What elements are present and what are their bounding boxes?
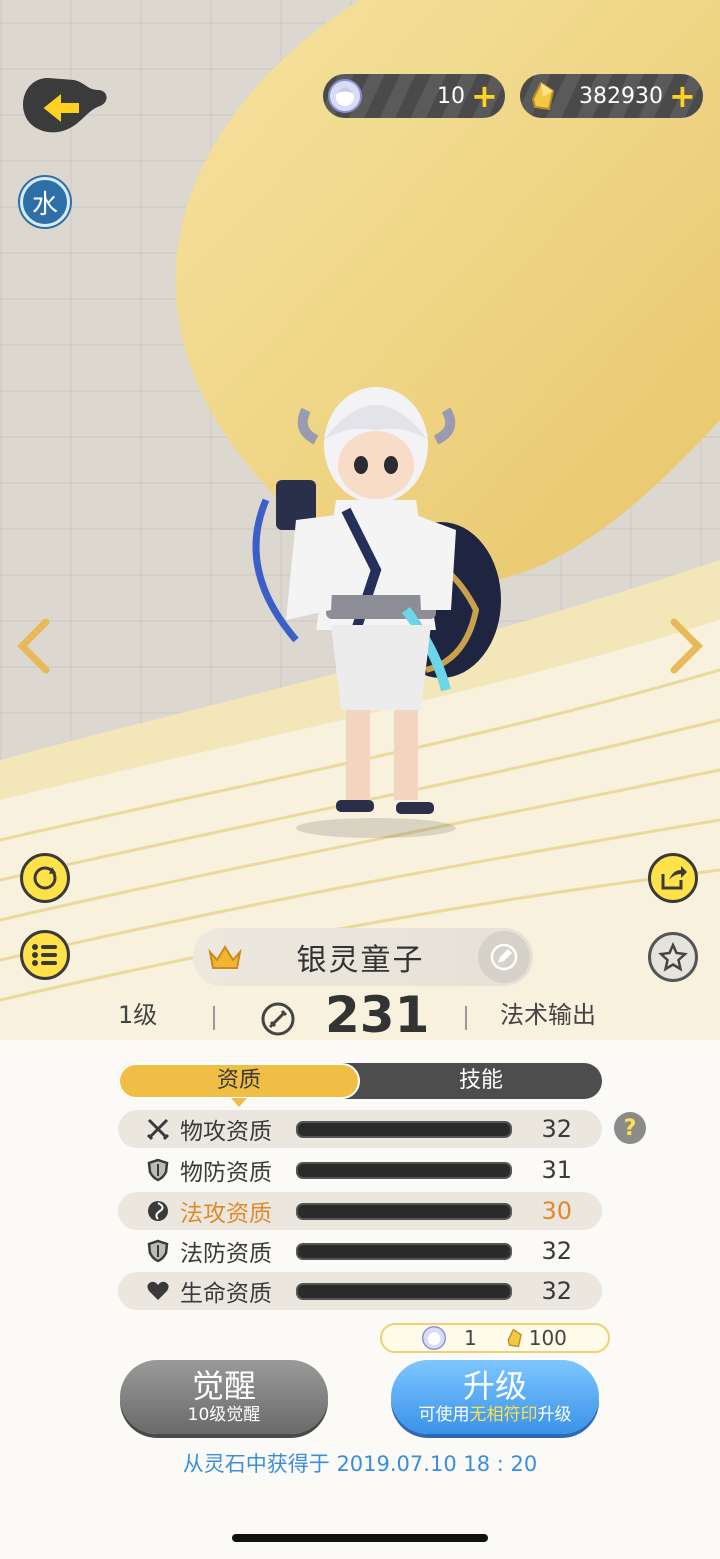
tab-aptitude[interactable]: 资质: [118, 1063, 360, 1107]
attr-value: 30: [541, 1197, 572, 1225]
obtained-info: 从灵石中获得于 2019.07.10 18 : 20: [182, 1452, 538, 1476]
attr-bar: [296, 1202, 512, 1220]
help-button[interactable]: ?: [614, 1112, 646, 1144]
swap-pet-button[interactable]: [20, 853, 70, 903]
cycle-icon: [33, 866, 57, 890]
shield-icon: [144, 1156, 172, 1184]
upgrade-cost: 1 100: [380, 1323, 610, 1353]
home-indicator[interactable]: [232, 1534, 488, 1542]
attr-label: 物防资质: [180, 1160, 272, 1186]
combat-power-icon: [261, 1002, 295, 1036]
tab-skills[interactable]: 技能: [360, 1063, 602, 1099]
pet-character-model: [252, 387, 501, 838]
crown-icon: [208, 945, 242, 969]
awaken-title: 觉醒: [191, 1367, 256, 1405]
crossed-swords-icon: [144, 1115, 172, 1143]
spirit-avatar-icon: [328, 79, 362, 113]
attr-row-magic-defense: 法防资质 32: [118, 1232, 602, 1270]
attr-bar: [296, 1282, 512, 1300]
rename-button[interactable]: [478, 931, 530, 983]
attr-label: 生命资质: [180, 1281, 272, 1307]
awaken-button[interactable]: 觉醒 10级觉醒: [120, 1360, 328, 1434]
element-badge: 水: [20, 177, 70, 227]
awaken-subtitle: 10级觉醒: [187, 1405, 261, 1425]
seal-item-name: 无相符印: [469, 1405, 538, 1425]
next-pet-arrow-icon[interactable]: [666, 618, 706, 674]
pet-role: 法术输出: [500, 1001, 596, 1029]
gold-currency[interactable]: 382930 +: [520, 74, 703, 118]
upgrade-subtitle: 可使用无相符印升级: [418, 1405, 572, 1425]
attr-bar: [296, 1120, 512, 1138]
pet-name: 银灵童子: [296, 943, 425, 978]
divider: [213, 1006, 215, 1030]
attr-value: 32: [541, 1115, 572, 1143]
attr-row-health: 生命资质 32: [118, 1272, 602, 1310]
cost-gold: 100: [528, 1326, 567, 1350]
favorite-button[interactable]: [648, 932, 698, 982]
divider: [465, 1006, 467, 1030]
info-tabs: 资质 技能: [118, 1063, 602, 1107]
gold-crystal-icon: [507, 1328, 522, 1348]
gold-crystal-icon: [525, 79, 559, 113]
star-icon: [658, 942, 688, 972]
combat-power: 231: [325, 986, 430, 1044]
spirit-avatar-icon: [422, 1326, 446, 1350]
attr-row-physical-defense: 物防资质 31: [118, 1151, 602, 1189]
magic-orb-icon: [144, 1197, 172, 1225]
spirit-currency[interactable]: 10 +: [323, 74, 505, 118]
attr-value: 32: [541, 1237, 572, 1265]
attr-row-magic-attack: 法攻资质 30: [118, 1192, 602, 1230]
prev-pet-arrow-icon[interactable]: [14, 618, 54, 674]
attr-bar: [296, 1161, 512, 1179]
spirit-count: 10: [437, 83, 465, 109]
attr-label: 法防资质: [180, 1241, 272, 1267]
back-button[interactable]: [18, 72, 110, 140]
attr-row-physical-attack: 物攻资质 32: [118, 1110, 602, 1148]
pencil-icon: [490, 943, 518, 971]
attr-label: 物攻资质: [180, 1119, 272, 1145]
list-icon: [32, 944, 57, 966]
add-spirit-icon[interactable]: +: [471, 80, 498, 112]
pet-name-bar: 银灵童子: [193, 928, 533, 986]
gold-count: 382930: [579, 83, 663, 109]
shield-icon: [144, 1237, 172, 1265]
list-menu-button[interactable]: [20, 930, 70, 980]
add-gold-icon[interactable]: +: [669, 80, 696, 112]
share-button[interactable]: [648, 853, 698, 903]
cost-spirit: 1: [464, 1326, 477, 1350]
attr-value: 31: [541, 1156, 572, 1184]
pet-level: 1级: [118, 1001, 158, 1029]
heart-icon: [144, 1277, 172, 1305]
attr-value: 32: [541, 1277, 572, 1305]
upgrade-title: 升级: [462, 1367, 527, 1405]
upgrade-button[interactable]: 升级 可使用无相符印升级: [391, 1360, 599, 1434]
attr-bar: [296, 1242, 512, 1260]
share-icon: [661, 866, 687, 890]
attr-label: 法攻资质: [180, 1201, 272, 1227]
